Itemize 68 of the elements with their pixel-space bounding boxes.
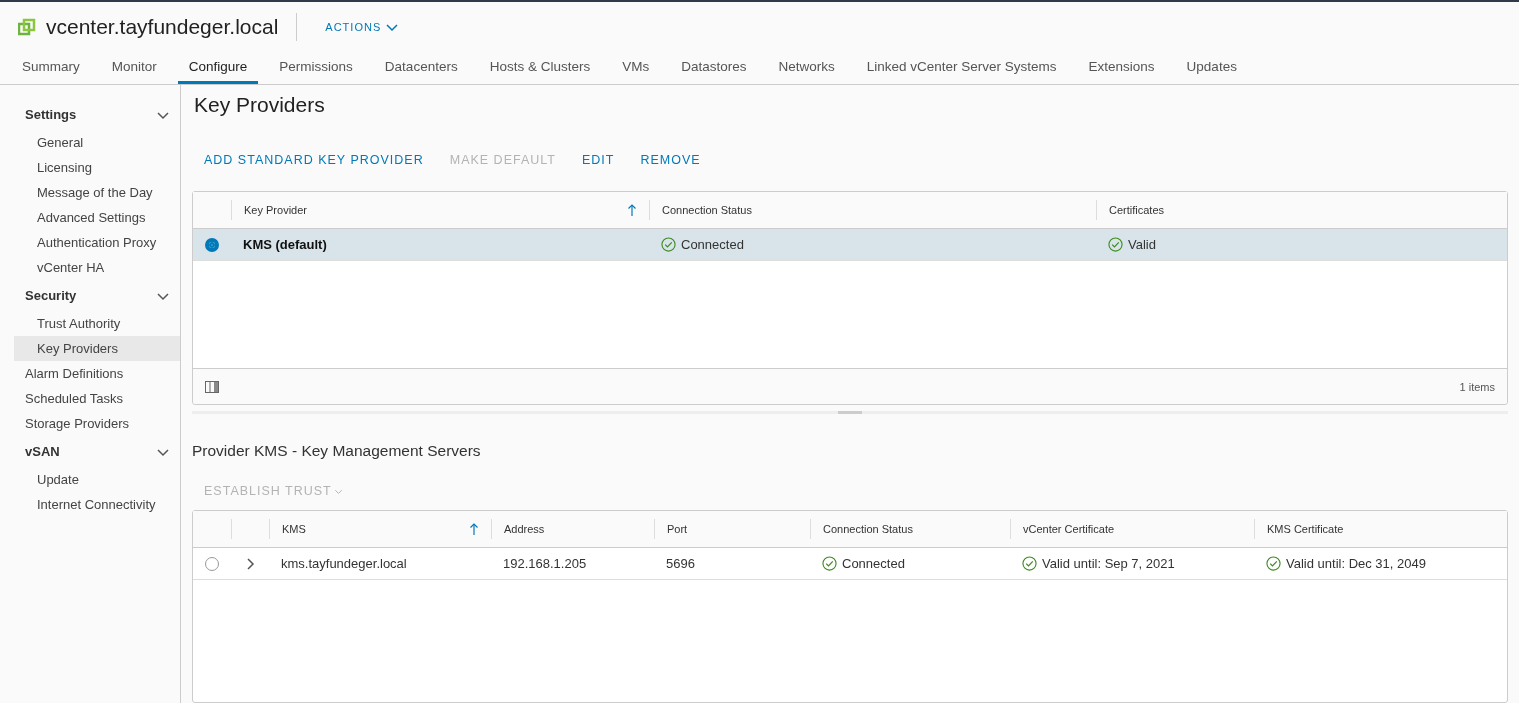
section-title: Provider KMS - Key Management Servers — [192, 442, 482, 460]
page-title: Key Providers — [194, 93, 326, 117]
column-header[interactable]: Port — [654, 519, 810, 539]
sidebar-group-label: Settings — [25, 107, 77, 122]
radio-button[interactable] — [205, 237, 219, 252]
sidebar-item[interactable]: Message of the Day — [14, 180, 180, 205]
sidebar-item[interactable]: Key Providers — [14, 336, 180, 361]
table-cell: Connected — [681, 237, 744, 252]
nav-tab[interactable]: VMs — [611, 52, 661, 84]
column-header[interactable]: Address — [491, 519, 654, 539]
check-circle-icon — [1108, 237, 1123, 252]
check-circle-icon — [661, 237, 676, 252]
column-header[interactable]: Key Provider — [231, 200, 649, 220]
sidebar-item[interactable]: Internet Connectivity — [14, 492, 180, 517]
nav-tab[interactable]: Updates — [1175, 52, 1248, 84]
sidebar-group-label: Security — [25, 288, 77, 303]
sidebar-item[interactable]: Trust Authority — [14, 311, 180, 336]
nav-tab[interactable]: Datastores — [670, 52, 758, 84]
nav-tab[interactable]: Configure — [177, 52, 259, 84]
toolbar-button[interactable]: EDIT — [569, 147, 627, 173]
table-cell: 192.168.1.205 — [503, 556, 587, 571]
column-header[interactable]: Connection Status — [649, 200, 1096, 220]
vcenter-title: vcenter.tayfundeger.local — [46, 13, 298, 41]
nav-tab[interactable]: Permissions — [268, 52, 364, 84]
nav-tab[interactable]: Networks — [767, 52, 846, 84]
sort-arrow-icon[interactable] — [469, 522, 479, 536]
sort-arrow-icon[interactable] — [627, 203, 637, 217]
check-circle-icon — [822, 556, 837, 571]
sidebar-item[interactable]: Storage Providers — [14, 411, 180, 436]
table-cell: Valid until: Dec 31, 2049 — [1286, 556, 1426, 571]
nav-tab[interactable]: Datacenters — [373, 52, 469, 84]
table-cell: kms.tayfundeger.local — [281, 556, 407, 571]
radio-button[interactable] — [205, 556, 219, 571]
column-header[interactable]: Connection Status — [810, 519, 1010, 539]
nav-tab[interactable]: Linked vCenter Server Systems — [855, 52, 1068, 84]
table-cell: Valid until: Sep 7, 2021 — [1042, 556, 1175, 571]
column-header[interactable]: Certificates — [1096, 200, 1507, 220]
sidebar-group-header[interactable]: Settings — [14, 99, 180, 130]
sidebar-item[interactable]: Alarm Definitions — [14, 361, 180, 386]
vcenter-logo-icon — [18, 18, 36, 36]
sidebar-item[interactable]: Scheduled Tasks — [14, 386, 180, 411]
table-cell: KMS (default) — [243, 237, 327, 252]
sidebar-item[interactable]: Update — [14, 467, 180, 492]
item-count: 1 items — [1459, 380, 1495, 393]
table-cell: Valid — [1128, 237, 1156, 252]
nav-tab[interactable]: Hosts & Clusters — [478, 52, 602, 84]
sidebar-group-header[interactable]: vSAN — [14, 436, 180, 467]
toolbar-button[interactable]: REMOVE — [628, 147, 713, 173]
sidebar-item[interactable]: vCenter HA — [14, 255, 180, 280]
nav-tab[interactable]: Summary — [11, 52, 91, 84]
column-toggle-icon[interactable] — [205, 380, 219, 393]
sidebar-item[interactable]: Licensing — [14, 155, 180, 180]
column-header[interactable]: vCenter Certificate — [1010, 519, 1254, 539]
table-cell: Connected — [842, 556, 905, 571]
check-circle-icon — [1266, 556, 1281, 571]
sidebar-group-header[interactable]: Security — [14, 280, 180, 311]
nav-tab[interactable]: Extensions — [1077, 52, 1166, 84]
column-header[interactable]: KMS — [269, 519, 491, 539]
actions-menu-button[interactable]: ACTIONS — [321, 16, 404, 38]
nav-tab[interactable]: Monitor — [100, 52, 168, 84]
sidebar-item[interactable]: Authentication Proxy — [14, 230, 180, 255]
sidebar-item[interactable]: General — [14, 130, 180, 155]
sidebar-group-label: vSAN — [25, 444, 60, 459]
sidebar-item[interactable]: Advanced Settings — [14, 205, 180, 230]
check-circle-icon — [1022, 556, 1037, 571]
table-cell: 5696 — [666, 556, 695, 571]
toolbar-button[interactable]: ADD STANDARD KEY PROVIDER — [192, 147, 436, 173]
column-header[interactable]: KMS Certificate — [1254, 519, 1507, 539]
